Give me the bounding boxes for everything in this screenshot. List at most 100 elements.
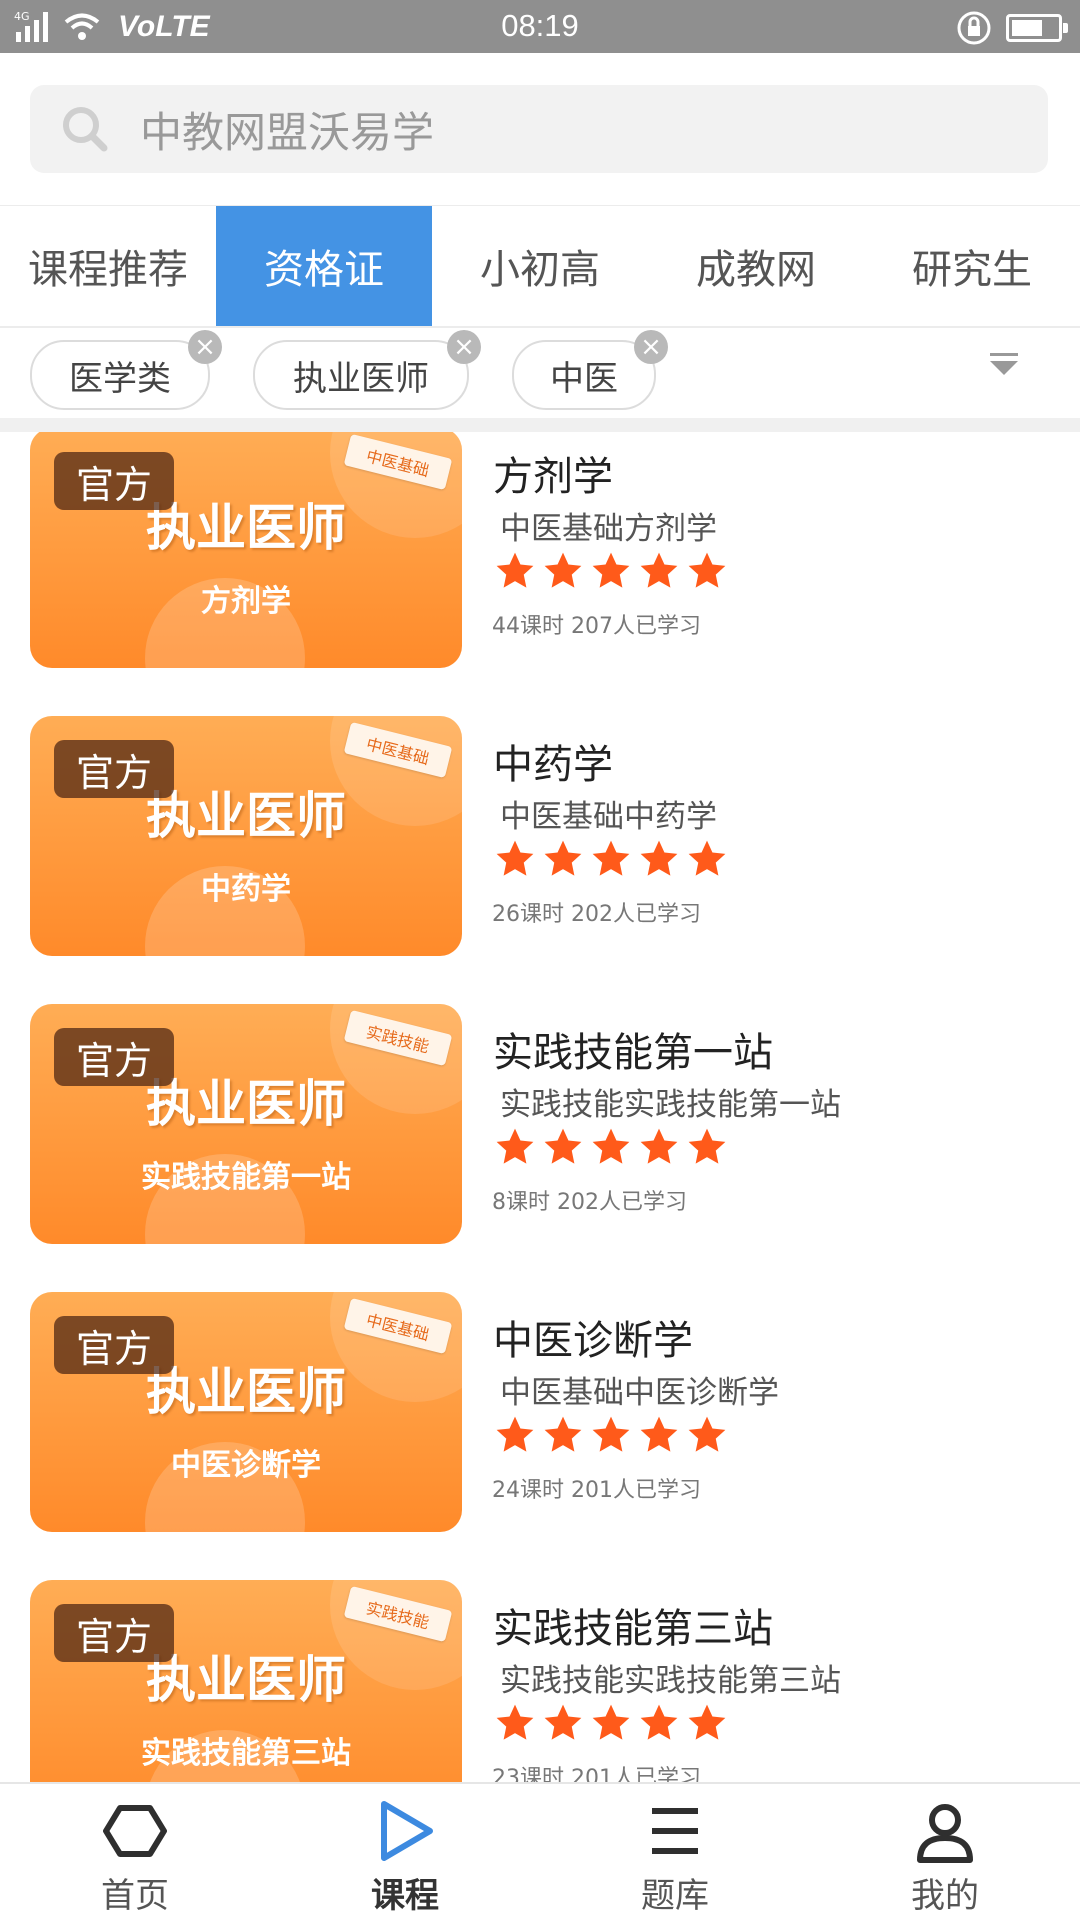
tab-course-recommend[interactable]: 课程推荐	[0, 206, 216, 326]
star-icon	[592, 1128, 630, 1164]
thumbnail-subtitle: 中药学	[201, 872, 291, 907]
thumbnail-subtitle: 实践技能第三站	[141, 1736, 351, 1771]
course-subtitle: 实践技能实践技能第一站	[500, 1087, 841, 1123]
course-subtitle: 中医基础中医诊断学	[500, 1375, 779, 1411]
filter-chip-medical[interactable]: 医学类 ×	[30, 330, 222, 410]
filter-chip-label: 医学类	[69, 358, 171, 399]
star-icon	[640, 1128, 678, 1164]
rating-stars	[494, 550, 734, 592]
status-time: 08:19	[501, 8, 579, 43]
course-card[interactable]: 中医基础 执业医师 中药学 官方 中药学 中医基础中药学 26课时 202人已学…	[0, 716, 1080, 956]
star-icon	[688, 1704, 726, 1740]
divider	[0, 418, 1080, 432]
tab-k12[interactable]: 小初高	[432, 206, 648, 326]
thumbnail-subtitle: 实践技能第一站	[141, 1160, 351, 1195]
course-subtitle: 中医基础中药学	[500, 799, 717, 835]
filter-dropdown-icon[interactable]	[990, 353, 1018, 375]
course-thumbnail: 中医基础 执业医师 方剂学 官方	[30, 432, 462, 668]
course-title: 方剂学	[493, 454, 613, 500]
course-subtitle: 中医基础方剂学	[500, 511, 717, 547]
filter-chip-tcm[interactable]: 中医 ×	[512, 330, 668, 410]
course-title: 实践技能第三站	[493, 1606, 773, 1652]
rotation-lock-icon	[957, 11, 991, 45]
battery-icon	[1006, 14, 1068, 42]
course-title: 实践技能第一站	[493, 1030, 773, 1076]
star-icon	[640, 840, 678, 876]
search-icon	[63, 107, 108, 152]
course-subtitle: 实践技能实践技能第三站	[500, 1663, 841, 1699]
star-icon	[544, 1704, 582, 1740]
rating-stars	[494, 838, 734, 880]
course-meta: 26课时 202人已学习	[492, 902, 701, 927]
rating-stars	[494, 1126, 734, 1168]
search-area: 中教网盟沃易学	[0, 53, 1080, 207]
tab-postgraduate[interactable]: 研究生	[864, 206, 1080, 326]
course-thumbnail: 实践技能 执业医师 实践技能第三站 官方	[30, 1580, 462, 1782]
course-title: 中药学	[493, 742, 613, 788]
tab-adult-education[interactable]: 成教网	[648, 206, 864, 326]
course-meta: 23课时 201人已学习	[492, 1766, 701, 1782]
course-meta: 8课时 202人已学习	[492, 1190, 687, 1215]
star-icon	[496, 1704, 534, 1740]
remove-filter-icon[interactable]: ×	[447, 330, 481, 364]
remove-filter-icon[interactable]: ×	[188, 330, 222, 364]
star-icon	[640, 1704, 678, 1740]
list-menu-icon	[652, 1808, 698, 1854]
hexagon-home-icon	[103, 1805, 167, 1857]
nav-home[interactable]: 首页	[0, 1784, 270, 1922]
star-icon	[496, 1416, 534, 1452]
course-thumbnail: 中医基础 执业医师 中药学 官方	[30, 716, 462, 956]
status-bar: 4G VoLTE 08:19	[0, 0, 1080, 53]
nav-question-bank[interactable]: 题库	[540, 1784, 810, 1922]
thumbnail-subtitle: 中医诊断学	[171, 1448, 321, 1483]
filter-chip-licensed-physician[interactable]: 执业医师 ×	[253, 330, 481, 410]
star-icon	[688, 1128, 726, 1164]
course-card[interactable]: 中医基础 执业医师 方剂学 官方 方剂学 中医基础方剂学 44课时 207人已学…	[0, 432, 1080, 668]
nav-profile[interactable]: 我的	[810, 1784, 1080, 1922]
official-badge: 官方	[54, 1028, 174, 1086]
star-icon	[640, 552, 678, 588]
course-card[interactable]: 实践技能 执业医师 实践技能第三站 官方 实践技能第三站 实践技能实践技能第三站…	[0, 1580, 1080, 1782]
course-meta: 24课时 201人已学习	[492, 1478, 701, 1503]
remove-filter-icon[interactable]: ×	[634, 330, 668, 364]
star-icon	[592, 840, 630, 876]
search-input[interactable]: 中教网盟沃易学	[30, 85, 1048, 173]
star-icon	[544, 1128, 582, 1164]
star-icon	[496, 1128, 534, 1164]
star-icon	[544, 1416, 582, 1452]
filter-chip-label: 中医	[550, 358, 618, 399]
tab-qualification[interactable]: 资格证	[216, 206, 432, 326]
star-icon	[544, 840, 582, 876]
official-badge: 官方	[54, 1316, 174, 1374]
course-title: 中医诊断学	[493, 1318, 693, 1364]
search-placeholder: 中教网盟沃易学	[140, 107, 435, 157]
course-thumbnail: 实践技能 执业医师 实践技能第一站 官方	[30, 1004, 462, 1244]
filter-bar: 医学类 × 执业医师 × 中医 ×	[0, 328, 1080, 418]
nav-label: 课程	[371, 1876, 439, 1916]
status-right	[956, 10, 1068, 46]
rating-stars	[494, 1702, 734, 1744]
official-badge: 官方	[54, 452, 174, 510]
nav-label: 我的	[911, 1876, 979, 1916]
filter-chip-label: 执业医师	[293, 358, 429, 399]
star-icon	[688, 1416, 726, 1452]
star-icon	[496, 552, 534, 588]
rating-stars	[494, 1414, 734, 1456]
nav-label: 题库	[641, 1876, 709, 1916]
course-list: 中医基础 执业医师 方剂学 官方 方剂学 中医基础方剂学 44课时 207人已学…	[0, 432, 1080, 1782]
course-card[interactable]: 实践技能 执业医师 实践技能第一站 官方 实践技能第一站 实践技能实践技能第一站…	[0, 1004, 1080, 1244]
star-icon	[688, 552, 726, 588]
user-profile-icon	[917, 1804, 973, 1863]
star-icon	[544, 552, 582, 588]
course-thumbnail: 中医基础 执业医师 中医诊断学 官方	[30, 1292, 462, 1532]
category-tabs: 课程推荐 资格证 小初高 成教网 研究生	[0, 206, 1080, 328]
star-icon	[592, 552, 630, 588]
star-icon	[688, 840, 726, 876]
star-icon	[592, 1416, 630, 1452]
nav-courses[interactable]: 课程	[270, 1784, 540, 1922]
official-badge: 官方	[54, 740, 174, 798]
star-icon	[592, 1704, 630, 1740]
course-card[interactable]: 中医基础 执业医师 中医诊断学 官方 中医诊断学 中医基础中医诊断学 24课时 …	[0, 1292, 1080, 1532]
star-icon	[496, 840, 534, 876]
course-meta: 44课时 207人已学习	[492, 614, 701, 639]
